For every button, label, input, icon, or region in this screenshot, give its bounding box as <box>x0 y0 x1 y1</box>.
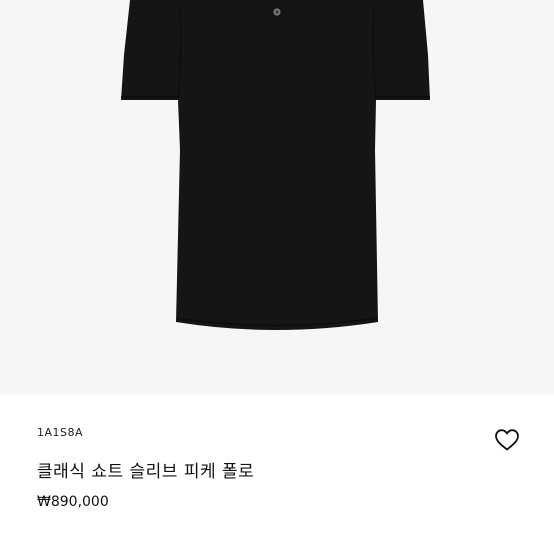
product-price: ₩890,000 <box>37 494 109 510</box>
heart-outline-icon <box>495 429 519 451</box>
product-sku: 1A1S8A <box>37 426 84 439</box>
product-info: 1A1S8A 클래식 쇼트 슬리브 피케 폴로 ₩890,000 <box>0 394 554 554</box>
polo-shirt-image <box>0 0 554 394</box>
product-image[interactable] <box>0 0 554 394</box>
product-title: 클래식 쇼트 슬리브 피케 폴로 <box>37 462 255 482</box>
product-page: 1A1S8A 클래식 쇼트 슬리브 피케 폴로 ₩890,000 <box>0 0 554 554</box>
wishlist-button[interactable] <box>494 428 520 452</box>
